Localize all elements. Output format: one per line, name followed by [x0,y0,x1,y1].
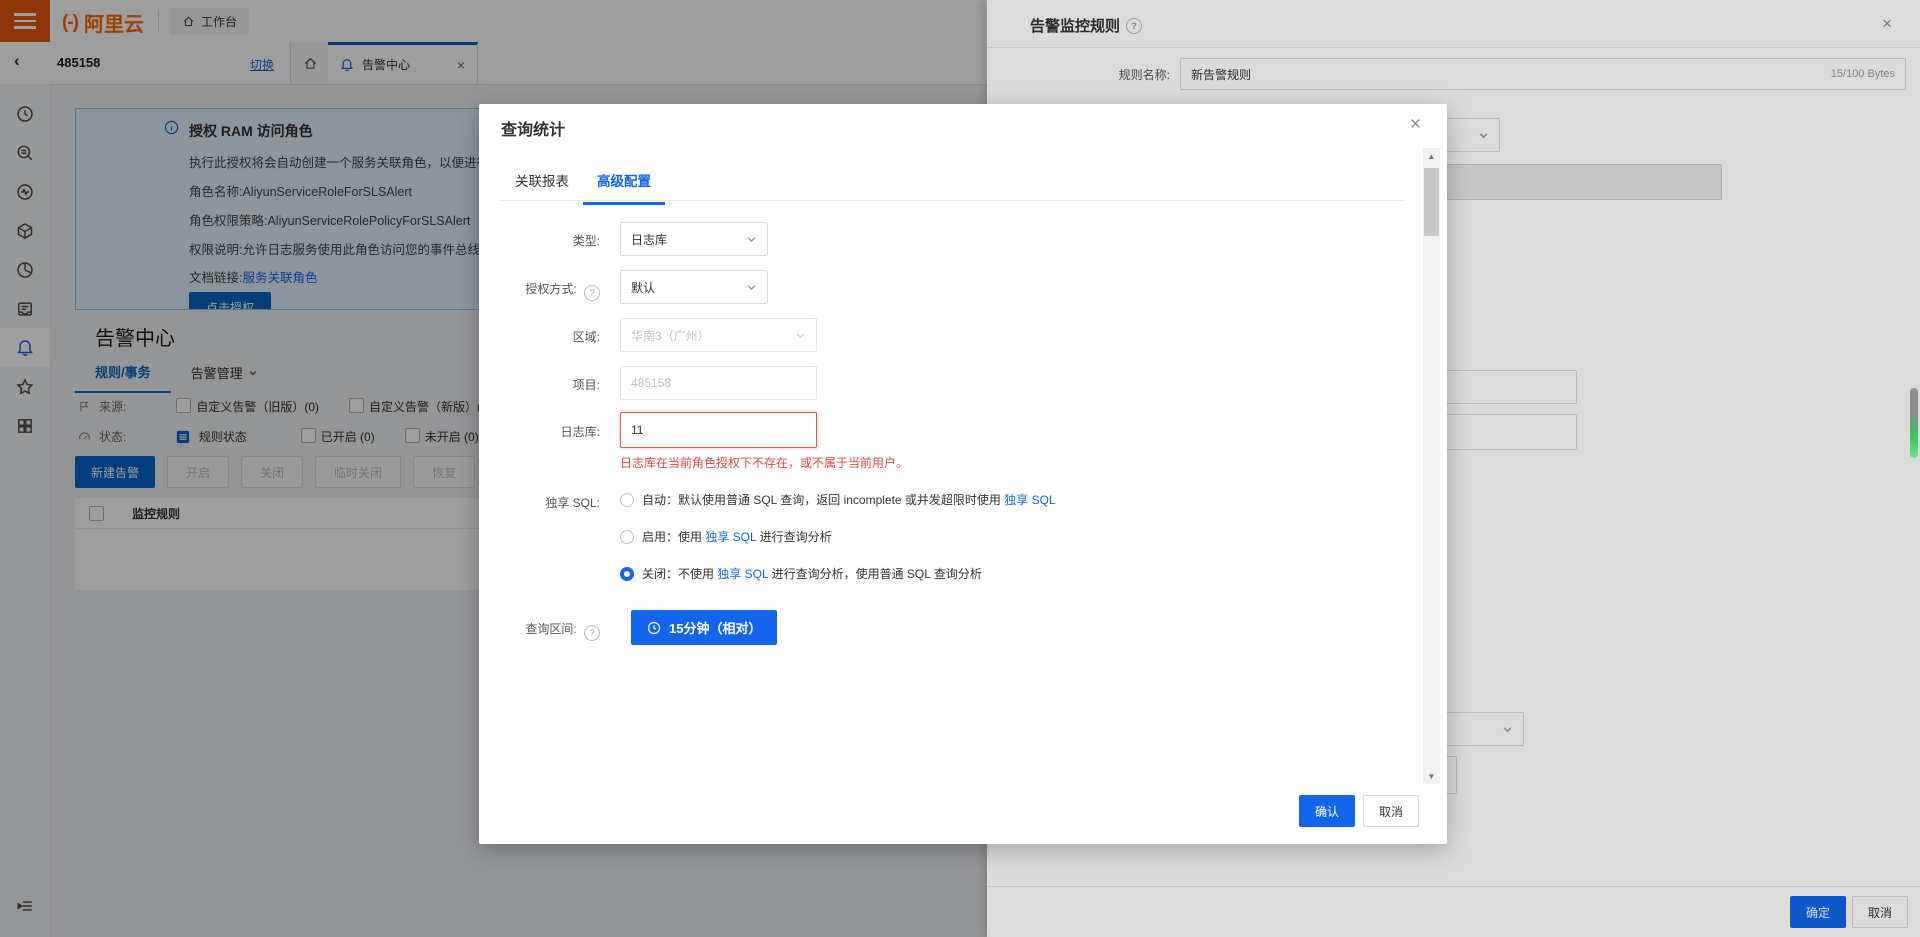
tab-related-report[interactable]: 关联报表 [501,162,583,205]
radio-icon[interactable] [620,493,634,507]
tab-advanced-config[interactable]: 高级配置 [583,162,665,205]
time-range-button[interactable]: 15分钟（相对） [631,610,777,645]
radio-text-prefix: 启用：使用 [642,530,705,544]
type-label: 类型: [490,232,600,249]
modal-title: 查询统计 [501,116,565,140]
chevron-down-icon [795,330,806,341]
logstore-input[interactable]: 11 [620,412,817,448]
auth-mode-value: 默认 [631,279,655,296]
project-label: 项目: [490,376,600,393]
query-range-label: 查询区间: ? [470,620,600,641]
tab-advanced-config-label: 高级配置 [597,174,651,189]
region-label: 区域: [490,328,600,345]
radio-auto[interactable]: 自动：默认使用普通 SQL 查询，返回 incomplete 或并发超限时使用 … [620,491,1056,508]
radio-text-prefix: 关闭：不使用 [642,567,717,581]
dedicated-sql-link[interactable]: 独享 SQL [1004,493,1055,507]
modal-close-icon[interactable]: × [1410,114,1421,136]
radio-icon[interactable] [620,530,634,544]
help-icon[interactable]: ? [584,285,600,301]
region-select[interactable]: 华南3（广州） [620,318,817,352]
auth-mode-select[interactable]: 默认 [620,270,768,304]
time-range-value: 15分钟（相对） [669,618,761,637]
modal-cancel-button[interactable]: 取消 [1363,795,1419,827]
project-input[interactable]: 485158 [620,366,817,400]
logstore-error-message: 日志库在当前角色授权下不存在，或不属于当前用户。 [620,454,908,471]
radio-text-suffix: 进行查询分析 [756,530,831,544]
radio-enable[interactable]: 启用：使用 独享 SQL 进行查询分析 [620,528,832,545]
type-value: 日志库 [631,231,667,248]
chevron-down-icon [746,282,757,293]
radio-selected-icon[interactable] [620,567,634,581]
scroll-down-arrow[interactable]: ▼ [1423,768,1440,784]
auth-mode-label: 授权方式: ? [470,280,600,301]
region-value: 华南3（广州） [631,327,710,344]
help-icon[interactable]: ? [584,625,600,641]
modal-ok-button[interactable]: 确认 [1299,795,1355,827]
auth-mode-label-text: 授权方式: [525,282,576,296]
clock-icon [647,621,661,635]
logstore-label: 日志库: [490,423,600,440]
project-value: 485158 [631,376,671,390]
query-range-label-text: 查询区间: [525,622,576,636]
chevron-down-icon [746,234,757,245]
type-select[interactable]: 日志库 [620,222,768,256]
radio-text-suffix: 进行查询分析，使用普通 SQL 查询分析 [768,567,982,581]
radio-disable-text: 关闭：不使用 独享 SQL 进行查询分析，使用普通 SQL 查询分析 [642,565,982,582]
dedicated-sql-link[interactable]: 独享 SQL [717,567,768,581]
modal-tabs: 关联报表 高级配置 [501,162,665,205]
tabs-divider [501,200,1405,201]
logstore-value: 11 [631,423,643,437]
radio-auto-text: 自动：默认使用普通 SQL 查询，返回 incomplete 或并发超限时使用 … [642,491,1056,508]
modal-scrollbar-thumb[interactable] [1424,168,1439,236]
page-scrollbar-thumb[interactable] [1910,388,1918,458]
radio-enable-text: 启用：使用 独享 SQL 进行查询分析 [642,528,832,545]
radio-text-prefix: 自动：默认使用普通 SQL 查询，返回 incomplete 或并发超限时使用 [642,493,1004,507]
dedicated-sql-link[interactable]: 独享 SQL [705,530,756,544]
modal-scrollbar[interactable]: ▲ ▼ [1423,148,1440,784]
dedicated-sql-label: 独享 SQL: [490,494,600,511]
query-statistics-modal: 查询统计 × 关联报表 高级配置 类型: 日志库 授权方式: ? 默认 区域: … [479,104,1447,844]
scroll-up-arrow[interactable]: ▲ [1423,148,1440,164]
tab-related-report-label: 关联报表 [515,174,569,189]
radio-disable[interactable]: 关闭：不使用 独享 SQL 进行查询分析，使用普通 SQL 查询分析 [620,565,982,582]
screen: (-) 阿里云 工作台 ‹ 485158 切换 告警中心 × [0,0,1920,937]
